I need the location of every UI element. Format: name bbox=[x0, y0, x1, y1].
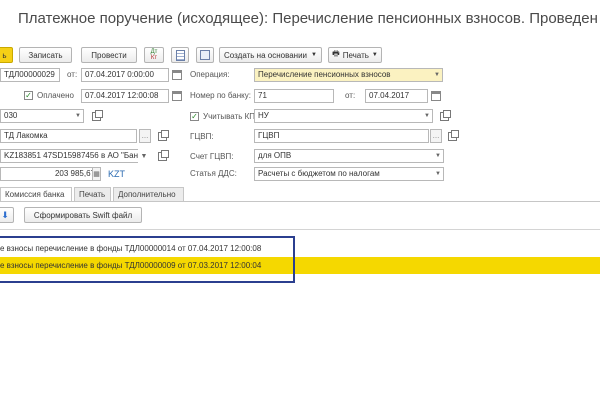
open-icon[interactable] bbox=[448, 130, 459, 141]
print-label: Печать bbox=[342, 50, 369, 60]
paid-date-field[interactable]: 07.04.2017 12:00:08 bbox=[81, 89, 169, 103]
bank-date-field[interactable]: 07.04.2017 bbox=[365, 89, 428, 103]
tab-additional[interactable]: Дополнительно bbox=[113, 187, 184, 201]
chevron-down-icon: ▼ bbox=[75, 113, 81, 119]
dt-kt-icon: Дт Кт bbox=[150, 49, 158, 61]
generate-swift-button[interactable]: Сформировать Swift файл bbox=[24, 207, 142, 223]
paid-checkbox[interactable]: ✓ bbox=[24, 91, 33, 100]
gcvp-field[interactable]: ГЦВП bbox=[254, 129, 429, 143]
chevron-down-icon: ▼ bbox=[434, 72, 440, 78]
post-button[interactable]: Провести bbox=[81, 47, 137, 63]
select-button[interactable]: … bbox=[430, 129, 442, 143]
tab-bank-commission[interactable]: Комиссия банка bbox=[0, 187, 72, 201]
document-number-field[interactable]: ТДЛ00000029 bbox=[0, 68, 60, 82]
structure-icon bbox=[200, 50, 210, 60]
calculator-icon[interactable]: ▦ bbox=[92, 167, 101, 181]
list-top-border bbox=[0, 229, 600, 230]
report-button[interactable] bbox=[171, 47, 189, 63]
code-value: 030 bbox=[4, 111, 18, 120]
dds-select[interactable]: Расчеты с бюджетом по налогам ▼ bbox=[254, 167, 444, 181]
dds-value: Расчеты с бюджетом по налогам bbox=[258, 169, 380, 178]
post-label: Провести bbox=[91, 50, 127, 60]
arrow-down-icon: ⬇ bbox=[1, 209, 9, 220]
dds-label: Статья ДДС: bbox=[190, 169, 237, 178]
operation-select[interactable]: Перечисление пенсионных взносов ▼ bbox=[254, 68, 443, 82]
tab-label: Печать bbox=[79, 190, 106, 199]
gcvp-account-value: для ОПВ bbox=[258, 151, 292, 160]
report-icon bbox=[175, 49, 185, 61]
chevron-down-icon[interactable]: ▼ bbox=[138, 149, 150, 163]
post-and-close-label: ь bbox=[2, 50, 7, 60]
currency-label[interactable]: KZT bbox=[108, 169, 125, 179]
open-icon[interactable] bbox=[158, 150, 169, 161]
gcvp-label: ГЦВП: bbox=[190, 132, 214, 141]
chevron-down-icon: ▼ bbox=[311, 52, 317, 58]
calendar-icon[interactable] bbox=[431, 91, 441, 101]
post-and-close-button[interactable]: ь bbox=[0, 47, 13, 63]
tab-label: Комиссия банка bbox=[5, 190, 65, 199]
amount-field[interactable]: 203 985,67 bbox=[0, 167, 99, 181]
bank-number-label: Номер по банку: bbox=[190, 91, 251, 100]
bank-account-value: KZ183851 47SD15987456 в АО "Банк bbox=[4, 151, 142, 160]
document-date-field[interactable]: 07.04.2017 0:00:00 bbox=[81, 68, 169, 82]
open-icon[interactable] bbox=[158, 130, 169, 141]
code-field[interactable]: 030 ▼ bbox=[0, 109, 84, 123]
account-kpn-checkbox[interactable]: ✓ bbox=[190, 112, 199, 121]
print-button[interactable]: 🖶 Печать ▼ bbox=[328, 47, 382, 63]
tab-label: Дополнительно bbox=[118, 190, 176, 199]
organization-field[interactable]: ТД Лакомка bbox=[0, 129, 137, 143]
tab-divider bbox=[0, 201, 600, 202]
select-button[interactable]: … bbox=[139, 129, 151, 143]
create-based-on-label: Создать на основании bbox=[224, 50, 308, 60]
paid-label: Оплачено bbox=[37, 91, 74, 100]
gcvp-account-label: Счет ГЦВП: bbox=[190, 152, 234, 161]
chevron-down-icon: ▼ bbox=[371, 52, 378, 58]
save-label: Записать bbox=[28, 50, 63, 60]
bank-date-from-label: от: bbox=[345, 91, 356, 100]
bank-account-field[interactable]: KZ183851 47SD15987456 в АО "Банк bbox=[0, 149, 150, 163]
dt-kt-button[interactable]: Дт Кт bbox=[144, 47, 164, 63]
kpn-value: НУ bbox=[258, 111, 269, 120]
account-kpn-label: Учитывать КПН bbox=[203, 112, 261, 121]
chevron-down-icon: ▼ bbox=[435, 153, 441, 159]
bank-number-field[interactable]: 71 bbox=[254, 89, 334, 103]
generate-swift-label: Сформировать Swift файл bbox=[33, 210, 133, 220]
date-from-label: от: bbox=[67, 70, 78, 79]
calendar-icon[interactable] bbox=[172, 91, 182, 101]
structure-button[interactable] bbox=[196, 47, 214, 63]
highlight-frame bbox=[0, 236, 295, 283]
open-icon[interactable] bbox=[92, 110, 103, 121]
save-button[interactable]: Записать bbox=[19, 47, 72, 63]
move-down-button[interactable]: ⬇ bbox=[0, 207, 14, 223]
create-based-on-button[interactable]: Создать на основании ▼ bbox=[219, 47, 322, 63]
operation-value: Перечисление пенсионных взносов bbox=[258, 70, 391, 79]
printer-icon: 🖶 bbox=[332, 49, 340, 58]
gcvp-account-select[interactable]: для ОПВ ▼ bbox=[254, 149, 444, 163]
chevron-down-icon: ▼ bbox=[424, 113, 430, 119]
operation-label: Операция: bbox=[190, 70, 230, 79]
tab-print[interactable]: Печать bbox=[74, 187, 111, 201]
kpn-select[interactable]: НУ ▼ bbox=[254, 109, 433, 123]
window-title: Платежное поручение (исходящее): Перечис… bbox=[18, 10, 600, 27]
calendar-icon[interactable] bbox=[172, 70, 182, 80]
open-icon[interactable] bbox=[440, 110, 451, 121]
chevron-down-icon: ▼ bbox=[435, 171, 441, 177]
